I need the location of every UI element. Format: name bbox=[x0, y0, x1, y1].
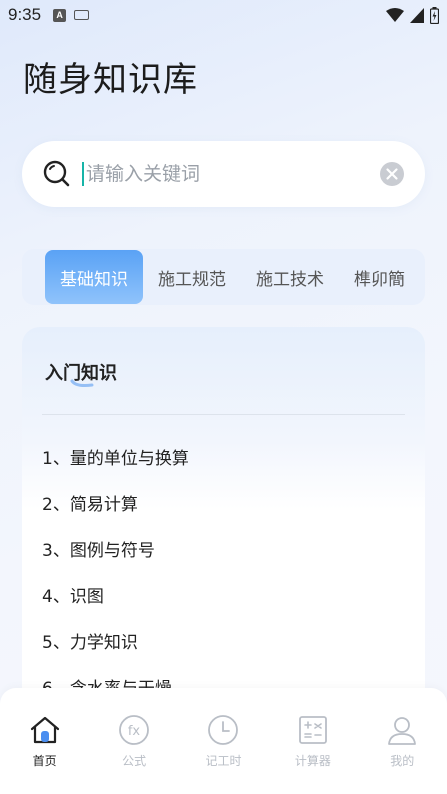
clock-icon bbox=[208, 715, 239, 745]
nav-profile[interactable]: 我的 bbox=[367, 714, 437, 769]
nav-calculator[interactable]: 计算器 bbox=[278, 714, 348, 769]
knowledge-list: 1、量的单位与换算 2、简易计算 3、图例与符号 4、识图 5、力学知识 6、含… bbox=[42, 433, 405, 707]
nav-label: 我的 bbox=[390, 754, 415, 768]
fx-icon: fx bbox=[119, 715, 149, 745]
tab-mortise-tenon[interactable]: 榫卯簡 bbox=[339, 250, 420, 304]
status-right bbox=[386, 6, 439, 24]
card-divider bbox=[42, 414, 405, 415]
status-bar: 9:35 A bbox=[0, 0, 447, 30]
status-time: 9:35 bbox=[8, 5, 42, 24]
signal-icon bbox=[410, 7, 424, 23]
tab-basic-knowledge[interactable]: 基础知识 bbox=[45, 250, 143, 304]
notification-a-icon: A bbox=[53, 8, 67, 22]
tab-construction-tech[interactable]: 施工技术 bbox=[241, 250, 339, 304]
list-item[interactable]: 3、图例与符号 bbox=[42, 525, 405, 571]
svg-text:fx: fx bbox=[128, 724, 141, 739]
nav-label: 记工时 bbox=[205, 754, 242, 768]
list-item[interactable]: 5、力学知识 bbox=[42, 617, 405, 663]
nav-work-hours[interactable]: 记工时 bbox=[188, 714, 258, 769]
clear-icon[interactable] bbox=[379, 161, 405, 187]
nav-label: 公式 bbox=[122, 754, 147, 768]
battery-icon bbox=[430, 6, 439, 24]
list-item[interactable]: 1、量的单位与换算 bbox=[42, 433, 405, 479]
category-tabs: 基础知识 施工规范 施工技术 榫卯簡 bbox=[22, 249, 425, 305]
search-input[interactable] bbox=[86, 163, 371, 185]
user-icon bbox=[388, 717, 417, 745]
list-item[interactable]: 4、识图 bbox=[42, 571, 405, 617]
search-icon bbox=[43, 160, 70, 187]
tab-construction-spec[interactable]: 施工规范 bbox=[143, 250, 241, 304]
knowledge-card: 入门知识 1、量的单位与换算 2、简易计算 3、图例与符号 4、识图 5、力学知… bbox=[22, 327, 425, 707]
home-icon bbox=[30, 716, 59, 744]
nav-formula[interactable]: fx 公式 bbox=[99, 714, 169, 769]
nav-home[interactable]: 首页 bbox=[10, 714, 80, 769]
calculator-icon bbox=[298, 716, 327, 744]
keyboard-icon bbox=[74, 10, 90, 20]
wifi-icon bbox=[386, 7, 404, 22]
text-caret bbox=[82, 162, 84, 186]
list-item[interactable]: 2、简易计算 bbox=[42, 479, 405, 525]
bottom-nav: 首页 fx 公式 记工时 计算器 我的 bbox=[0, 688, 447, 794]
search-bar[interactable] bbox=[22, 141, 425, 207]
page-title: 随身知识库 bbox=[23, 60, 198, 100]
nav-label: 首页 bbox=[32, 754, 57, 768]
title-underline-icon bbox=[70, 379, 94, 387]
nav-label: 计算器 bbox=[294, 754, 331, 768]
